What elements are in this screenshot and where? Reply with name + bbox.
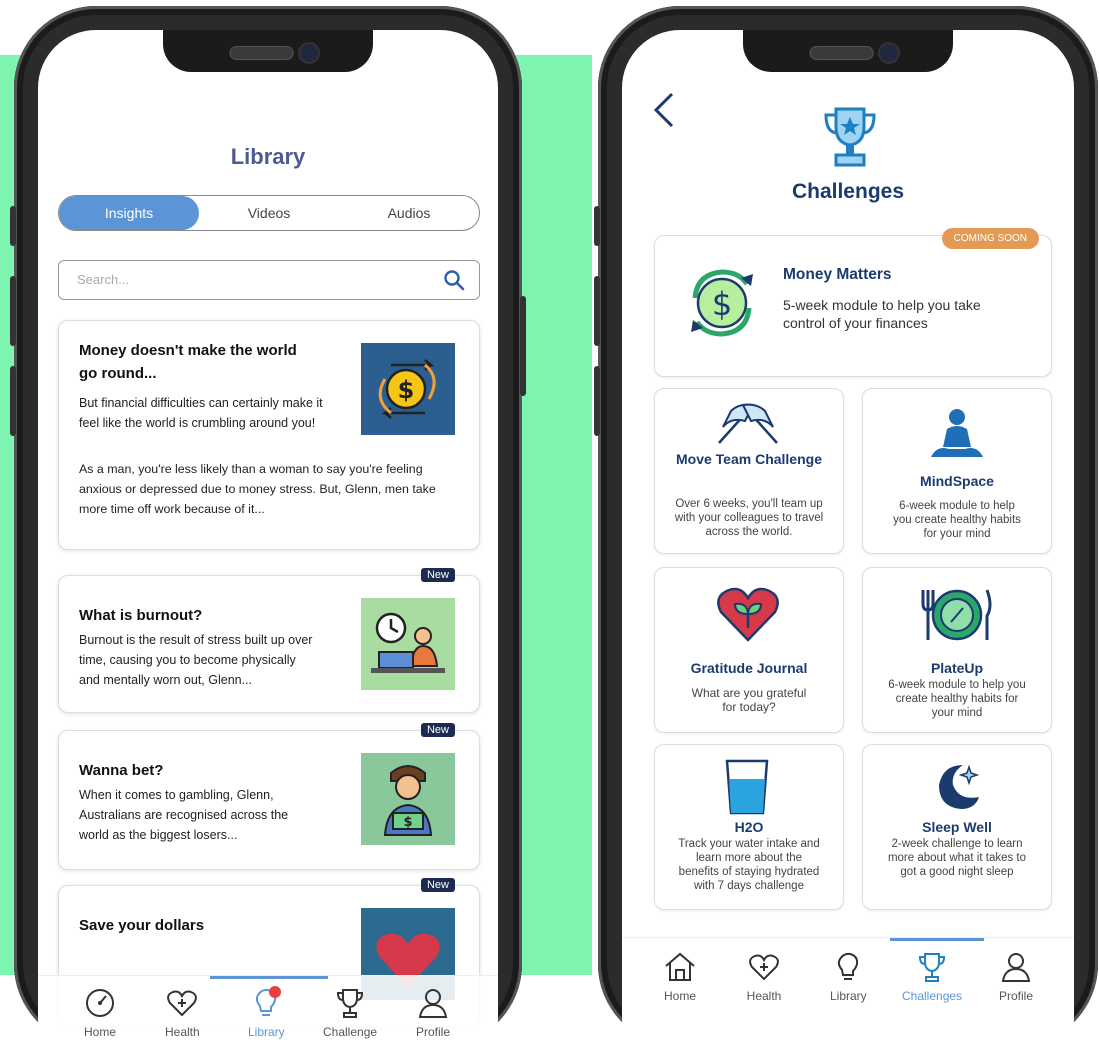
tab-home[interactable]: Home [662, 950, 698, 1003]
phone-volume-button [10, 366, 16, 436]
new-badge: New [420, 878, 455, 892]
dashboard-icon [86, 989, 114, 1017]
search-icon[interactable] [443, 269, 465, 291]
tab-challenges[interactable]: Challenges [902, 950, 962, 1003]
card-title: Gratitude Journal [690, 660, 808, 676]
plate-cutlery-icon [921, 589, 992, 641]
tab-profile[interactable]: Profile [998, 950, 1034, 1003]
active-tab-indicator [210, 976, 328, 979]
phone-volume-button [594, 276, 600, 346]
tab-library[interactable]: Library [830, 950, 867, 1003]
article-title: Money doesn't make the world go round... [79, 342, 297, 382]
article-card[interactable]: New Wanna bet? When it comes to gambling… [58, 723, 480, 870]
money-cycle-thumbnail: $ [361, 343, 455, 435]
featured-description: 5-week module to help you take control of… [783, 297, 981, 331]
trophy-icon [824, 107, 876, 167]
tab-health[interactable]: Health [165, 986, 200, 1039]
challenge-card-money-matters[interactable]: COMING SOON $ Money Matters 5-week modul… [654, 228, 1052, 377]
tab-profile[interactable]: Profile [416, 986, 450, 1039]
bottom-tab-bar: Home Health Library Challenge Profile [38, 975, 498, 1046]
card-title: Sleep Well [922, 819, 992, 835]
page-title: Challenges [791, 180, 905, 203]
challenge-card-h2o[interactable]: H2O Track your water intake and learn mor… [654, 744, 844, 910]
tab-home[interactable]: Home [83, 986, 117, 1039]
phone-library: Library Insights Videos Audios Search...… [10, 6, 526, 1046]
page-title: Library [230, 144, 306, 169]
new-badge: New [420, 723, 455, 737]
meditation-icon [931, 409, 983, 457]
card-title: MindSpace [920, 473, 994, 489]
phone-power-button [520, 296, 526, 396]
money-cycle-icon: $ [691, 269, 753, 337]
challenge-card-plateup[interactable]: PlateUp 6-week module to help you create … [862, 567, 1052, 733]
trophy-icon [337, 989, 364, 1018]
phone-volume-button [594, 366, 600, 436]
lightbulb-icon [838, 952, 859, 980]
article-title: Wanna bet? [79, 762, 164, 779]
crossed-flags-icon [718, 403, 778, 444]
search-placeholder: Search... [77, 272, 130, 287]
burnout-thumbnail [361, 598, 455, 690]
article-card[interactable]: New What is burnout? Burnout is the resu… [58, 568, 480, 713]
card-description: 6-week module to help you create healthy … [893, 500, 1021, 540]
coming-soon-badge: COMING SOON [941, 228, 1039, 249]
svg-text:$: $ [712, 285, 732, 323]
notch [163, 30, 373, 72]
tab-insights[interactable]: Insights [59, 196, 199, 230]
card-description: 6-week module to help you create healthy … [888, 679, 1026, 719]
card-title: H2O [734, 819, 764, 835]
trophy-icon [919, 953, 946, 982]
lightbulb-icon [256, 986, 282, 1016]
article-title: What is burnout? [79, 607, 203, 624]
tab-videos[interactable]: Videos [199, 196, 339, 230]
home-icon [665, 952, 695, 981]
notch [743, 30, 953, 72]
user-icon [1001, 953, 1031, 982]
card-description: 2-week challenge to learn more about what… [887, 838, 1027, 878]
user-icon [418, 989, 448, 1018]
card-title: Move Team Challenge [675, 451, 822, 467]
article-body: Burnout is the result of stress built up… [79, 633, 313, 687]
new-badge: New [420, 568, 455, 582]
featured-title: Money Matters [783, 266, 892, 283]
card-description: What are you grateful for today? [691, 686, 807, 714]
phone-volume-button [10, 206, 16, 246]
challenge-card-move-team[interactable]: Move Team Challenge Over 6 weeks, you'll… [654, 388, 844, 554]
challenge-card-sleep-well[interactable]: Sleep Well 2-week challenge to learn more… [862, 744, 1052, 910]
moon-stars-icon [939, 764, 980, 809]
search-input[interactable]: Search... [58, 260, 480, 300]
heart-plant-icon [717, 587, 779, 642]
content-type-tabs: Insights Videos Audios [58, 195, 480, 231]
tab-health[interactable]: Health [746, 950, 782, 1003]
active-tab-indicator [890, 938, 984, 941]
article-body: As a man, you're less likely than a woma… [79, 462, 436, 516]
card-description: Over 6 weeks, you'll team up with your co… [674, 498, 824, 538]
article-intro: But financial difficulties can certainly… [79, 396, 323, 430]
challenge-card-mindspace[interactable]: MindSpace 6-week module to help you creat… [862, 388, 1052, 554]
article-title: Save your dollars [79, 917, 205, 934]
card-title: PlateUp [930, 660, 984, 676]
svg-text:$: $ [403, 815, 412, 830]
challenge-card-gratitude-journal[interactable]: Gratitude Journal What are you grateful f… [654, 567, 844, 733]
tab-challenge[interactable]: Challenge [323, 986, 377, 1039]
bottom-tab-bar: Home Health Library Challenges Profile [622, 937, 1074, 1046]
phone-volume-button [594, 206, 600, 246]
tab-audios[interactable]: Audios [339, 196, 479, 230]
challenges-screen: Challenges COMING SOON $ Money Matters 5… [622, 30, 1074, 1046]
svg-text:$: $ [398, 376, 415, 404]
article-body: When it comes to gambling, Glenn, Austral… [79, 788, 289, 842]
heart-plus-icon [749, 954, 779, 981]
library-screen: Library Insights Videos Audios Search...… [38, 30, 498, 1046]
water-glass-icon [725, 759, 769, 815]
gambling-thumbnail: $ [361, 753, 455, 845]
phone-volume-button [10, 276, 16, 346]
phone-challenges: Challenges COMING SOON $ Money Matters 5… [594, 6, 1098, 1046]
back-chevron-icon[interactable] [652, 90, 676, 130]
tab-library[interactable]: Library [248, 986, 285, 1039]
heart-plus-icon [167, 990, 198, 1017]
article-card[interactable]: Money doesn't make the world go round... … [58, 320, 480, 550]
card-description: Track your water intake and learn more ab… [678, 838, 820, 892]
